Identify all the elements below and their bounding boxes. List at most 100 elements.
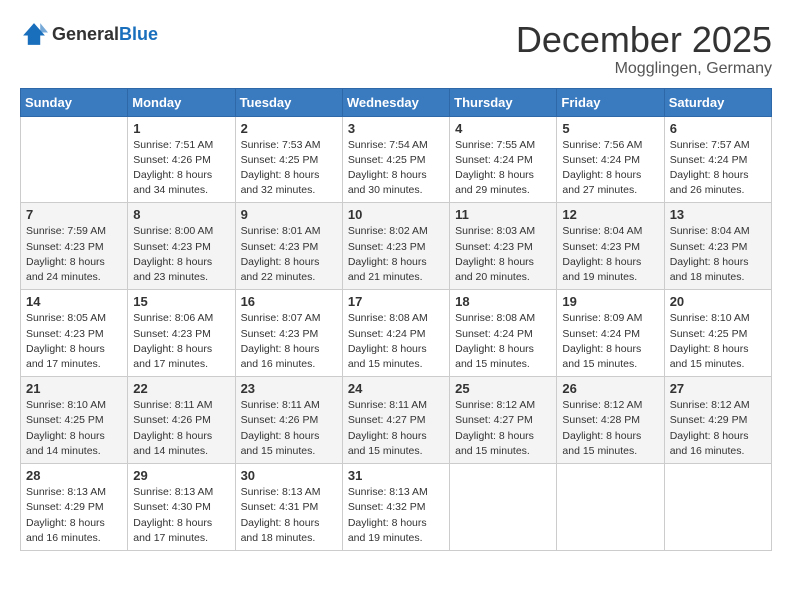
calendar-cell: 9Sunrise: 8:01 AM Sunset: 4:23 PM Daylig… xyxy=(235,203,342,290)
day-number: 28 xyxy=(26,468,122,483)
calendar-cell: 2 Sunrise: 7:53 AM Sunset: 4:25 PM Daylig… xyxy=(235,116,342,203)
calendar-cell: 15Sunrise: 8:06 AM Sunset: 4:23 PM Dayli… xyxy=(128,290,235,377)
day-number: 24 xyxy=(348,381,444,396)
title-block: December 2025 Mogglingen, Germany xyxy=(516,20,772,78)
calendar-cell: 1 Sunrise: 7:51 AM Sunset: 4:26 PM Daylig… xyxy=(128,116,235,203)
calendar-week-row: 21Sunrise: 8:10 AM Sunset: 4:25 PM Dayli… xyxy=(21,377,772,464)
calendar-cell: 16 Sunrise: 8:07 AM Sunset: 4:23 PM Dayli… xyxy=(235,290,342,377)
column-header-saturday: Saturday xyxy=(664,88,771,116)
day-number: 29 xyxy=(133,468,229,483)
day-info: Sunrise: 8:13 AM Sunset: 4:32 PM Dayligh… xyxy=(348,485,444,546)
day-number: 11 xyxy=(455,207,551,222)
calendar-cell: 20 Sunrise: 8:10 AM Sunset: 4:25 PM Dayli… xyxy=(664,290,771,377)
calendar-week-row: 28 Sunrise: 8:13 AM Sunset: 4:29 PM Dayli… xyxy=(21,464,772,551)
column-header-wednesday: Wednesday xyxy=(342,88,449,116)
day-number: 26 xyxy=(562,381,658,396)
day-number: 9 xyxy=(241,207,337,222)
day-info: Sunrise: 8:10 AM Sunset: 4:25 PM Dayligh… xyxy=(26,398,122,459)
day-number: 1 xyxy=(133,121,229,136)
calendar-cell: 19 Sunrise: 8:09 AM Sunset: 4:24 PM Dayli… xyxy=(557,290,664,377)
day-info: Sunrise: 8:11 AM Sunset: 4:27 PM Dayligh… xyxy=(348,398,444,459)
day-number: 19 xyxy=(562,294,658,309)
day-info: Sunrise: 7:54 AM Sunset: 4:25 PM Dayligh… xyxy=(348,138,444,199)
day-number: 22 xyxy=(133,381,229,396)
calendar-cell xyxy=(21,116,128,203)
day-info: Sunrise: 8:11 AM Sunset: 4:26 PM Dayligh… xyxy=(241,398,337,459)
calendar-cell: 31 Sunrise: 8:13 AM Sunset: 4:32 PM Dayli… xyxy=(342,464,449,551)
day-info: Sunrise: 8:12 AM Sunset: 4:27 PM Dayligh… xyxy=(455,398,551,459)
day-number: 18 xyxy=(455,294,551,309)
day-number: 4 xyxy=(455,121,551,136)
day-info: Sunrise: 8:09 AM Sunset: 4:24 PM Dayligh… xyxy=(562,311,658,372)
day-number: 30 xyxy=(241,468,337,483)
column-header-friday: Friday xyxy=(557,88,664,116)
calendar-cell: 13Sunrise: 8:04 AM Sunset: 4:23 PM Dayli… xyxy=(664,203,771,290)
calendar-cell: 28 Sunrise: 8:13 AM Sunset: 4:29 PM Dayli… xyxy=(21,464,128,551)
day-info: Sunrise: 7:56 AM Sunset: 4:24 PM Dayligh… xyxy=(562,138,658,199)
day-number: 20 xyxy=(670,294,766,309)
day-number: 14 xyxy=(26,294,122,309)
day-number: 17 xyxy=(348,294,444,309)
calendar-cell: 14Sunrise: 8:05 AM Sunset: 4:23 PM Dayli… xyxy=(21,290,128,377)
day-info: Sunrise: 7:55 AM Sunset: 4:24 PM Dayligh… xyxy=(455,138,551,199)
day-info: Sunrise: 8:11 AM Sunset: 4:26 PM Dayligh… xyxy=(133,398,229,459)
column-header-monday: Monday xyxy=(128,88,235,116)
calendar-week-row: 7Sunrise: 7:59 AM Sunset: 4:23 PM Daylig… xyxy=(21,203,772,290)
calendar-cell: 21Sunrise: 8:10 AM Sunset: 4:25 PM Dayli… xyxy=(21,377,128,464)
calendar-cell: 22 Sunrise: 8:11 AM Sunset: 4:26 PM Dayli… xyxy=(128,377,235,464)
day-info: Sunrise: 7:53 AM Sunset: 4:25 PM Dayligh… xyxy=(241,138,337,199)
calendar-cell: 5 Sunrise: 7:56 AM Sunset: 4:24 PM Daylig… xyxy=(557,116,664,203)
calendar-cell: 7Sunrise: 7:59 AM Sunset: 4:23 PM Daylig… xyxy=(21,203,128,290)
calendar-body: 1 Sunrise: 7:51 AM Sunset: 4:26 PM Daylig… xyxy=(21,116,772,550)
page-header: GeneralBlue December 2025 Mogglingen, Ge… xyxy=(20,20,772,78)
calendar-cell: 11 Sunrise: 8:03 AM Sunset: 4:23 PM Dayli… xyxy=(450,203,557,290)
day-number: 2 xyxy=(241,121,337,136)
logo-text-blue: Blue xyxy=(119,24,158,44)
calendar-cell xyxy=(450,464,557,551)
day-number: 5 xyxy=(562,121,658,136)
logo-icon xyxy=(20,20,48,48)
day-info: Sunrise: 8:13 AM Sunset: 4:29 PM Dayligh… xyxy=(26,485,122,546)
calendar-cell: 25 Sunrise: 8:12 AM Sunset: 4:27 PM Dayli… xyxy=(450,377,557,464)
day-number: 13 xyxy=(670,207,766,222)
day-info: Sunrise: 8:00 AM Sunset: 4:23 PM Dayligh… xyxy=(133,224,229,285)
calendar-cell: 24 Sunrise: 8:11 AM Sunset: 4:27 PM Dayli… xyxy=(342,377,449,464)
day-info: Sunrise: 8:08 AM Sunset: 4:24 PM Dayligh… xyxy=(348,311,444,372)
day-info: Sunrise: 7:51 AM Sunset: 4:26 PM Dayligh… xyxy=(133,138,229,199)
month-title: December 2025 xyxy=(516,20,772,60)
calendar-cell xyxy=(557,464,664,551)
column-header-tuesday: Tuesday xyxy=(235,88,342,116)
day-number: 15 xyxy=(133,294,229,309)
column-header-thursday: Thursday xyxy=(450,88,557,116)
calendar-week-row: 14Sunrise: 8:05 AM Sunset: 4:23 PM Dayli… xyxy=(21,290,772,377)
calendar-cell: 30Sunrise: 8:13 AM Sunset: 4:31 PM Dayli… xyxy=(235,464,342,551)
day-number: 7 xyxy=(26,207,122,222)
calendar-header-row: SundayMondayTuesdayWednesdayThursdayFrid… xyxy=(21,88,772,116)
day-number: 27 xyxy=(670,381,766,396)
day-number: 10 xyxy=(348,207,444,222)
day-info: Sunrise: 8:07 AM Sunset: 4:23 PM Dayligh… xyxy=(241,311,337,372)
calendar-cell xyxy=(664,464,771,551)
calendar-cell: 3Sunrise: 7:54 AM Sunset: 4:25 PM Daylig… xyxy=(342,116,449,203)
day-number: 31 xyxy=(348,468,444,483)
day-number: 8 xyxy=(133,207,229,222)
calendar-cell: 10 Sunrise: 8:02 AM Sunset: 4:23 PM Dayli… xyxy=(342,203,449,290)
calendar-cell: 6Sunrise: 7:57 AM Sunset: 4:24 PM Daylig… xyxy=(664,116,771,203)
day-info: Sunrise: 8:12 AM Sunset: 4:29 PM Dayligh… xyxy=(670,398,766,459)
day-info: Sunrise: 8:12 AM Sunset: 4:28 PM Dayligh… xyxy=(562,398,658,459)
day-info: Sunrise: 8:13 AM Sunset: 4:30 PM Dayligh… xyxy=(133,485,229,546)
calendar-cell: 8 Sunrise: 8:00 AM Sunset: 4:23 PM Daylig… xyxy=(128,203,235,290)
day-info: Sunrise: 8:02 AM Sunset: 4:23 PM Dayligh… xyxy=(348,224,444,285)
day-number: 6 xyxy=(670,121,766,136)
day-number: 12 xyxy=(562,207,658,222)
logo-text-general: General xyxy=(52,24,119,44)
day-info: Sunrise: 8:04 AM Sunset: 4:23 PM Dayligh… xyxy=(562,224,658,285)
calendar-cell: 17 Sunrise: 8:08 AM Sunset: 4:24 PM Dayli… xyxy=(342,290,449,377)
calendar-cell: 29 Sunrise: 8:13 AM Sunset: 4:30 PM Dayli… xyxy=(128,464,235,551)
day-number: 25 xyxy=(455,381,551,396)
day-info: Sunrise: 8:03 AM Sunset: 4:23 PM Dayligh… xyxy=(455,224,551,285)
calendar-week-row: 1 Sunrise: 7:51 AM Sunset: 4:26 PM Daylig… xyxy=(21,116,772,203)
day-number: 16 xyxy=(241,294,337,309)
calendar-cell: 18Sunrise: 8:08 AM Sunset: 4:24 PM Dayli… xyxy=(450,290,557,377)
day-info: Sunrise: 8:10 AM Sunset: 4:25 PM Dayligh… xyxy=(670,311,766,372)
